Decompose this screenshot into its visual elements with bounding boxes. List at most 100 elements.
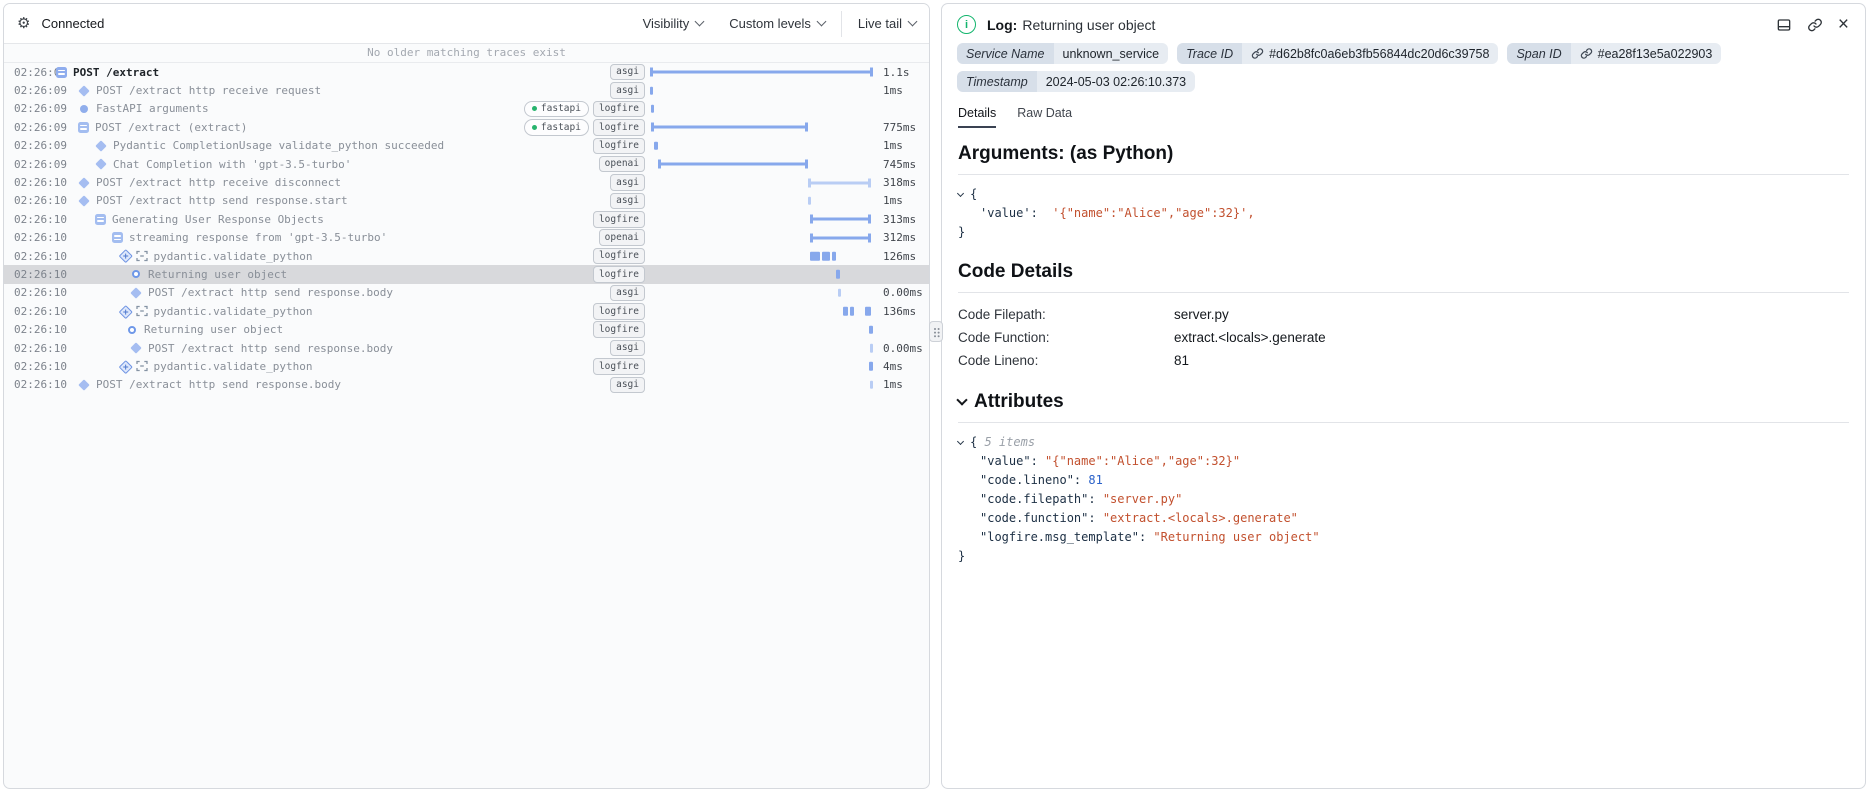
- collapse-chevron-icon[interactable]: [957, 438, 964, 445]
- code-detail-value: extract.<locals>.generate: [1174, 326, 1849, 349]
- trace-row[interactable]: 02:26:10 pydantic.validate_python logfir…: [4, 302, 929, 320]
- trace-row-gantt: [648, 265, 875, 283]
- trace-row-label: Returning user object: [144, 323, 283, 336]
- tag-logfire: logfire: [593, 321, 645, 338]
- code-detail-value: server.py: [1174, 303, 1849, 326]
- badge-span-id[interactable]: Span ID#ea28f13e5a022903: [1507, 43, 1721, 64]
- live-tail-dropdown[interactable]: Live tail: [858, 16, 916, 31]
- copy-link-icon[interactable]: [1807, 17, 1823, 33]
- tag-openai: openai: [599, 156, 645, 173]
- trace-row-timestamp: 02:26:09: [4, 158, 56, 171]
- tag-logfire: logfire: [593, 303, 645, 320]
- trace-row[interactable]: 02:26:09 FastAPI arguments fastapilogfir…: [4, 100, 929, 118]
- trace-row-gantt: [648, 100, 875, 118]
- trace-row-gantt: [648, 302, 875, 320]
- attributes-section: Attributes { 5 items "value": "{"name":"…: [942, 391, 1865, 566]
- badge-value: #d62b8fc0a6eb3fb56844dc20d6c39758: [1242, 43, 1498, 64]
- trace-row-duration: 1ms: [875, 139, 929, 152]
- trace-row-label: Generating User Response Objects: [112, 213, 324, 226]
- trace-row-gantt: [648, 81, 875, 99]
- tag-fastapi: fastapi: [524, 101, 589, 118]
- trace-row[interactable]: 02:26:10 Returning user object logfire: [4, 320, 929, 338]
- badge-service-name: Service Nameunknown_service: [957, 43, 1168, 64]
- custom-levels-dropdown[interactable]: Custom levels: [729, 16, 825, 31]
- duration-bar: [870, 381, 873, 390]
- trace-row-label: POST /extract http send response.body: [148, 286, 393, 299]
- trace-row[interactable]: 02:26:10 POST /extract http send respons…: [4, 284, 929, 302]
- trace-row-timestamp: 02:26:10: [4, 342, 56, 355]
- badge-label: Trace ID: [1177, 43, 1242, 64]
- section-divider: [958, 174, 1849, 175]
- badge-row-timestamp: Timestamp 2024-05-03 02:26:10.373: [942, 64, 1865, 92]
- duration-bar: [865, 307, 871, 316]
- attribute-entry: "logfire.msg_template": "Returning user …: [958, 528, 1849, 547]
- timestamp-badge: Timestamp 2024-05-03 02:26:10.373: [957, 71, 1195, 92]
- tag-fastapi: fastapi: [524, 119, 589, 136]
- trace-row-duration: 4ms: [875, 360, 929, 373]
- badge-value: #ea28f13e5a022903: [1571, 43, 1722, 64]
- trace-row-timestamp: 02:26:10: [4, 378, 56, 391]
- code-detail-row: Code Function:extract.<locals>.generate: [958, 326, 1849, 349]
- tab-raw-data[interactable]: Raw Data: [1017, 106, 1072, 128]
- diamond-plus-icon: [119, 249, 132, 262]
- trace-row[interactable]: 02:26:10 POST /extract http send respons…: [4, 376, 929, 394]
- tag-asgi: asgi: [610, 82, 645, 99]
- connection-status: Connected: [41, 16, 104, 31]
- trace-row-gantt: [648, 192, 875, 210]
- trace-row[interactable]: 02:26:09 POST /extract http receive requ…: [4, 81, 929, 99]
- trace-row-gantt: [648, 284, 875, 302]
- duration-bar: [808, 197, 811, 206]
- code-detail-label: Code Lineno:: [958, 349, 1174, 372]
- trace-row[interactable]: 02:26:10 streaming response from 'gpt-3.…: [4, 229, 929, 247]
- gear-icon[interactable]: ⚙: [17, 16, 30, 31]
- trace-row[interactable]: 02:26:10 Returning user object logfire: [4, 265, 929, 283]
- trace-row-duration: 775ms: [875, 121, 929, 134]
- trace-row-timestamp: 02:26:09: [4, 84, 56, 97]
- trace-row-timestamp: 02:26:09: [4, 66, 56, 79]
- attribute-entry: "value": "{"name":"Alice","age":32}": [958, 452, 1849, 471]
- live-tail-label: Live tail: [858, 16, 902, 31]
- trace-row-label: POST /extract http send response.body: [148, 342, 393, 355]
- trace-row-gantt: [648, 357, 875, 375]
- trace-row[interactable]: 02:26:09 POST /extract (extract) fastapi…: [4, 118, 929, 136]
- badge-row-ids: Service Nameunknown_service Trace ID#d62b…: [942, 39, 1865, 64]
- trace-row-gantt: [648, 173, 875, 191]
- trace-row-duration: 1ms: [875, 378, 929, 391]
- donut-icon: [132, 270, 140, 278]
- trace-row-timestamp: 02:26:10: [4, 360, 56, 373]
- collapse-chevron-icon[interactable]: [957, 190, 964, 197]
- span-root-icon: [56, 67, 67, 78]
- trace-row[interactable]: 02:26:10 POST /extract http send respons…: [4, 339, 929, 357]
- trace-row[interactable]: 02:26:09 Chat Completion with 'gpt-3.5-t…: [4, 155, 929, 173]
- dock-panel-icon[interactable]: [1776, 17, 1792, 33]
- tab-details[interactable]: Details: [958, 106, 996, 128]
- items-count-note: 5 items: [984, 435, 1035, 449]
- trace-row[interactable]: 02:26:10 pydantic.validate_python logfir…: [4, 247, 929, 265]
- trace-row[interactable]: 02:26:10 Generating User Response Object…: [4, 210, 929, 228]
- trace-row[interactable]: 02:26:10 POST /extract http receive disc…: [4, 173, 929, 191]
- trace-row[interactable]: 02:26:09 Pydantic CompletionUsage valida…: [4, 137, 929, 155]
- code-details-section: Code Details Code Filepath:server.pyCode…: [942, 261, 1865, 372]
- timestamp-badge-value: 2024-05-03 02:26:10.373: [1037, 71, 1195, 92]
- diamond-plus-icon: [119, 305, 132, 318]
- close-icon[interactable]: ×: [1838, 15, 1849, 34]
- trace-row-label: Chat Completion with 'gpt-3.5-turbo': [113, 158, 351, 171]
- python-value: '{"name":"Alice","age":32}',: [1052, 206, 1254, 220]
- trace-row[interactable]: 02:26:09 POST /extract asgi 1.1s: [4, 63, 929, 81]
- visibility-label: Visibility: [643, 16, 690, 31]
- duration-bar: [869, 325, 873, 334]
- visibility-dropdown[interactable]: Visibility: [643, 16, 704, 31]
- collapse-chevron-icon[interactable]: [956, 394, 967, 405]
- badge-trace-id[interactable]: Trace ID#d62b8fc0a6eb3fb56844dc20d6c3975…: [1177, 43, 1498, 64]
- trace-row[interactable]: 02:26:10 pydantic.validate_python logfir…: [4, 357, 929, 375]
- trace-row-gantt: [648, 155, 875, 173]
- duration-bar: [822, 252, 830, 261]
- trace-row-timestamp: 02:26:09: [4, 102, 56, 115]
- tag-asgi: asgi: [610, 340, 645, 357]
- trace-row[interactable]: 02:26:10 POST /extract http send respons…: [4, 192, 929, 210]
- trace-list-panel: ⚙ Connected Visibility Custom levels Liv…: [3, 3, 930, 789]
- duration-bar: [651, 105, 654, 114]
- tag-logfire: logfire: [593, 119, 645, 136]
- tag-asgi: asgi: [610, 193, 645, 210]
- panel-resize-handle[interactable]: [929, 321, 943, 342]
